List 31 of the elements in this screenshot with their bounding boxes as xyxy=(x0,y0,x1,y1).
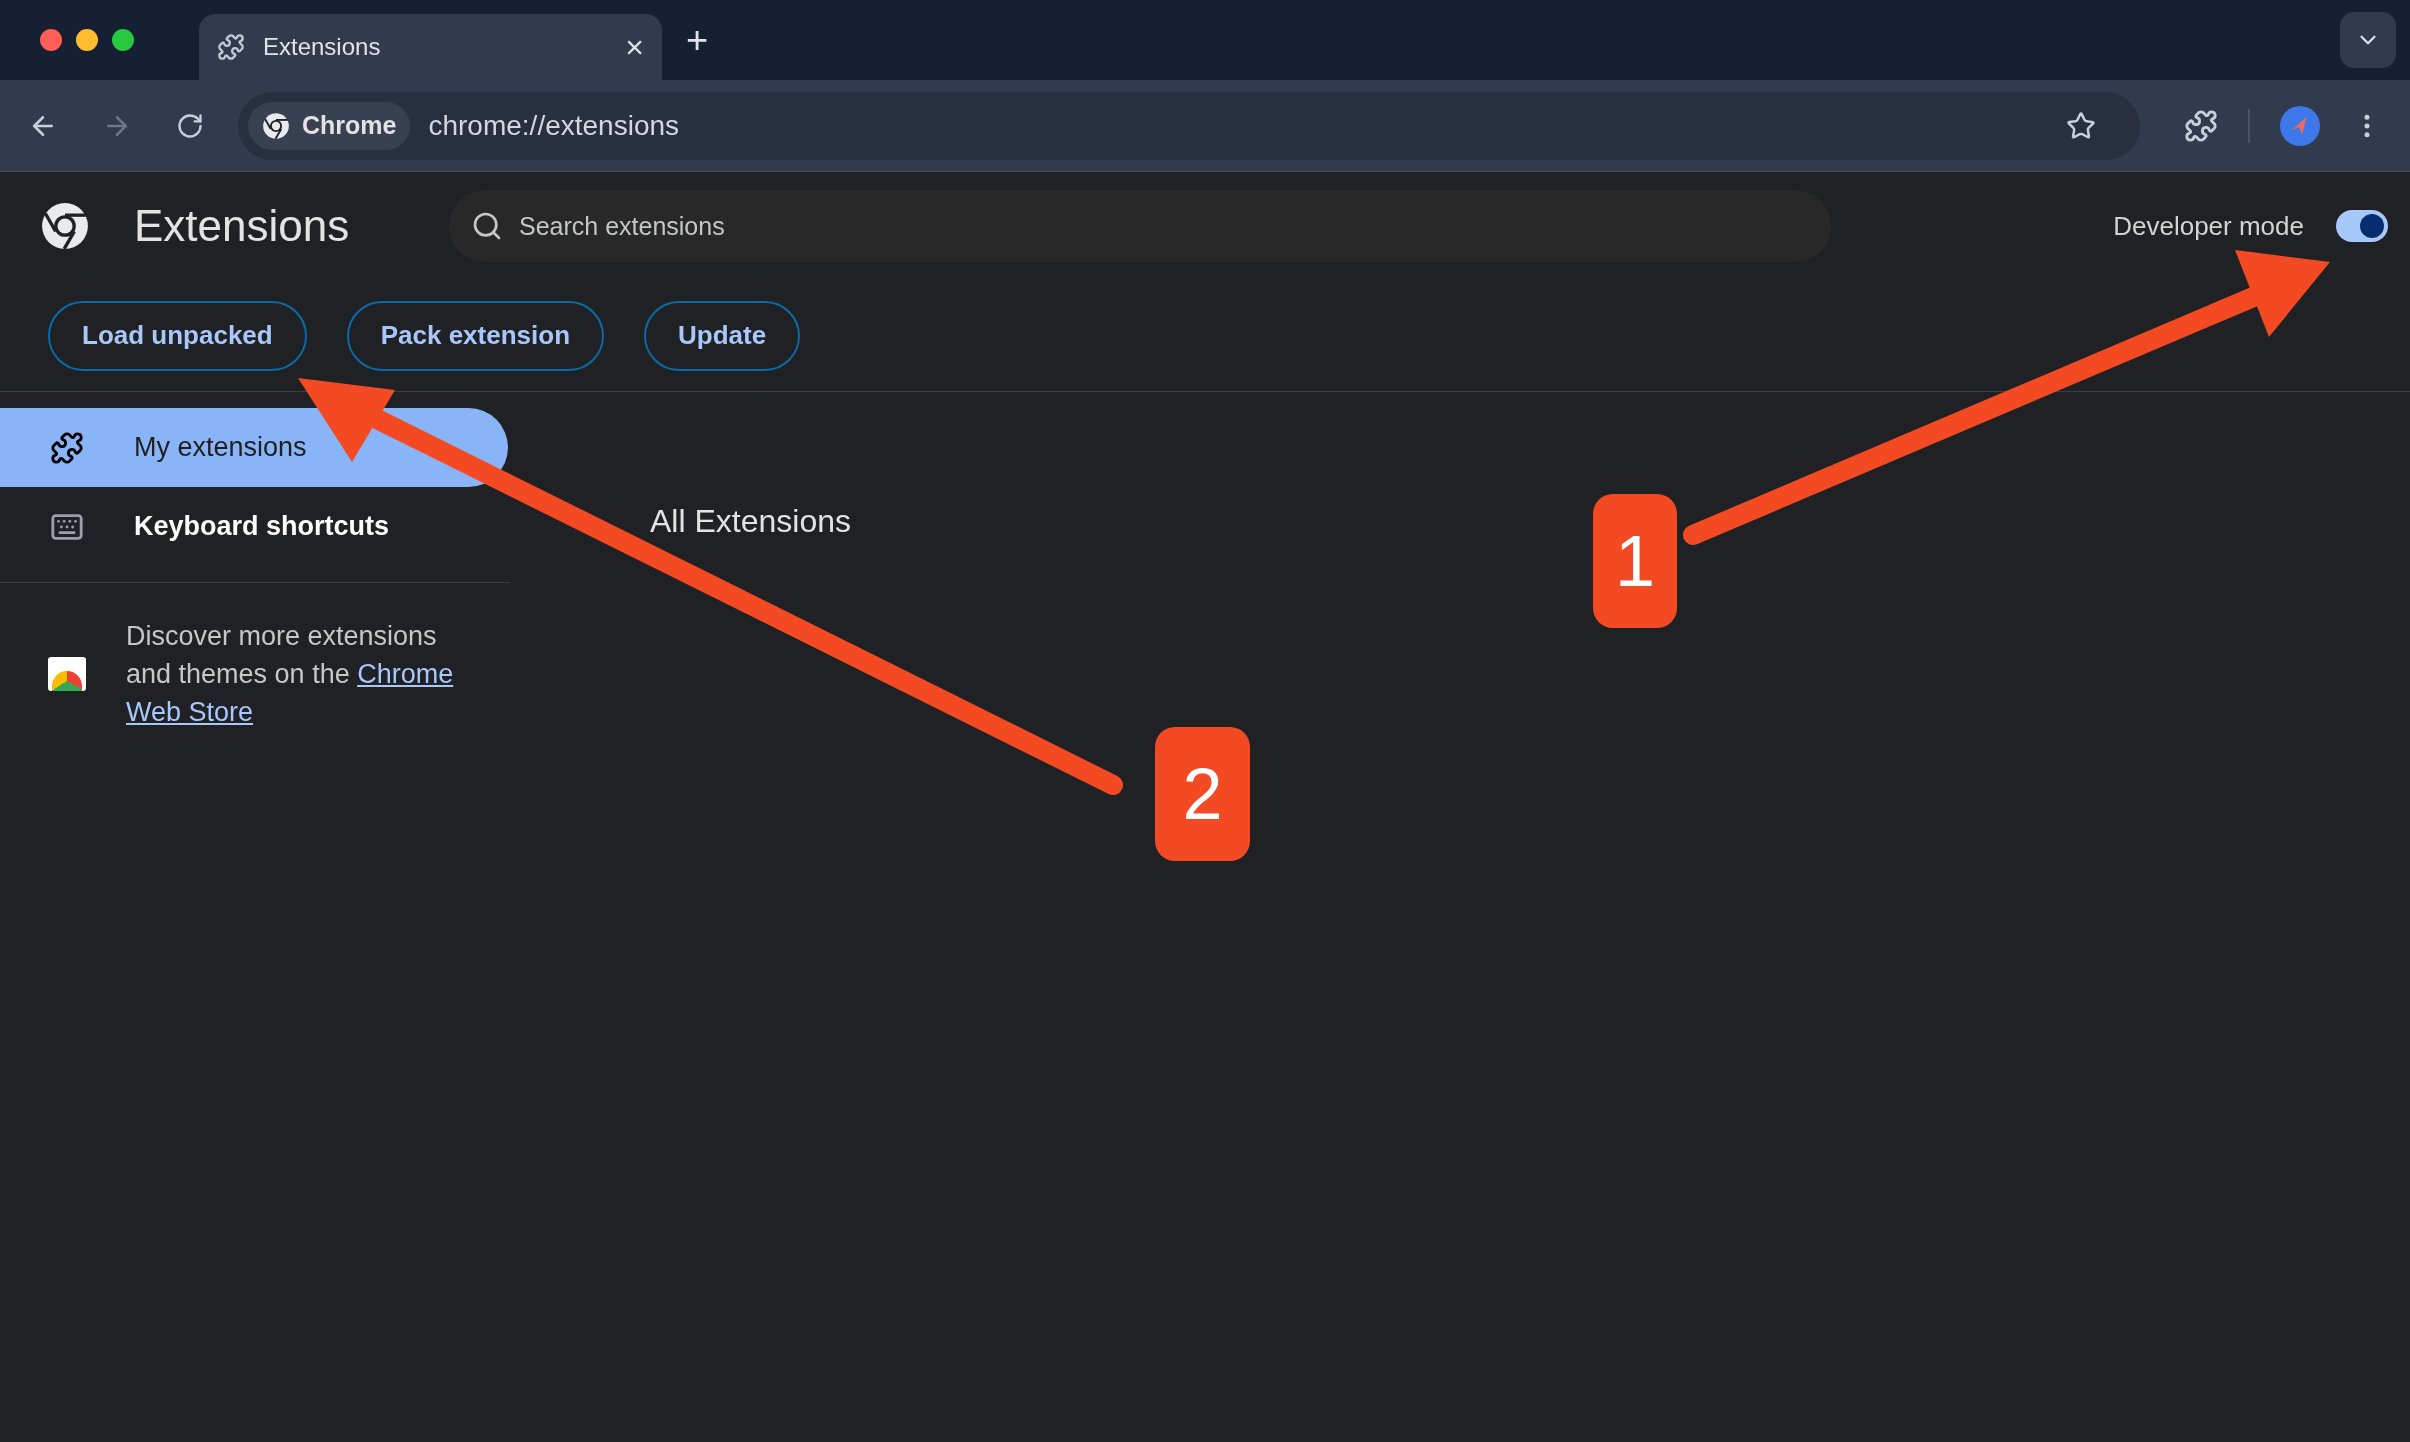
chrome-logo-icon xyxy=(40,201,90,251)
sidebar-item[interactable]: Keyboard shortcuts xyxy=(0,487,508,566)
tab-close-button[interactable]: × xyxy=(625,31,644,63)
bookmark-star-icon[interactable] xyxy=(2066,110,2096,141)
search-field[interactable]: Search extensions xyxy=(449,190,1831,262)
action-button[interactable]: Load unpacked xyxy=(48,300,307,371)
step-number-badge: 2 xyxy=(1155,727,1250,861)
puzzle-icon xyxy=(217,33,245,61)
search-icon xyxy=(471,210,503,242)
page-title: Extensions xyxy=(134,200,351,252)
step-number-badge: 1 xyxy=(1593,494,1677,628)
puzzle-icon xyxy=(50,430,84,465)
web-store-icon xyxy=(48,657,86,691)
browser-tab[interactable]: Extensions × xyxy=(199,14,662,80)
new-tab-button[interactable]: + xyxy=(686,21,709,59)
url-text: chrome://extensions xyxy=(428,108,681,143)
site-chip[interactable]: Chrome xyxy=(248,101,411,150)
action-button[interactable]: Update xyxy=(644,300,801,371)
tab-title: Extensions xyxy=(263,32,382,62)
profile-avatar[interactable] xyxy=(2280,105,2320,146)
developer-mode-toggle[interactable] xyxy=(2336,210,2388,242)
extensions-icon[interactable] xyxy=(2184,108,2218,143)
reload-icon[interactable] xyxy=(176,111,204,140)
web-store-link[interactable]: Chrome xyxy=(357,659,454,689)
section-heading: All Extensions xyxy=(650,503,851,539)
web-store-link[interactable]: Web Store xyxy=(126,697,254,727)
developer-mode-label: Developer mode xyxy=(2113,209,2304,243)
web-store-promo: Discover more extensions and themes on the Chrome Web Store xyxy=(126,620,455,729)
chrome-logo-icon xyxy=(262,111,290,140)
action-button[interactable]: Pack extension xyxy=(346,300,604,371)
address-bar[interactable]: Chrome chrome://extensions xyxy=(238,91,2140,160)
